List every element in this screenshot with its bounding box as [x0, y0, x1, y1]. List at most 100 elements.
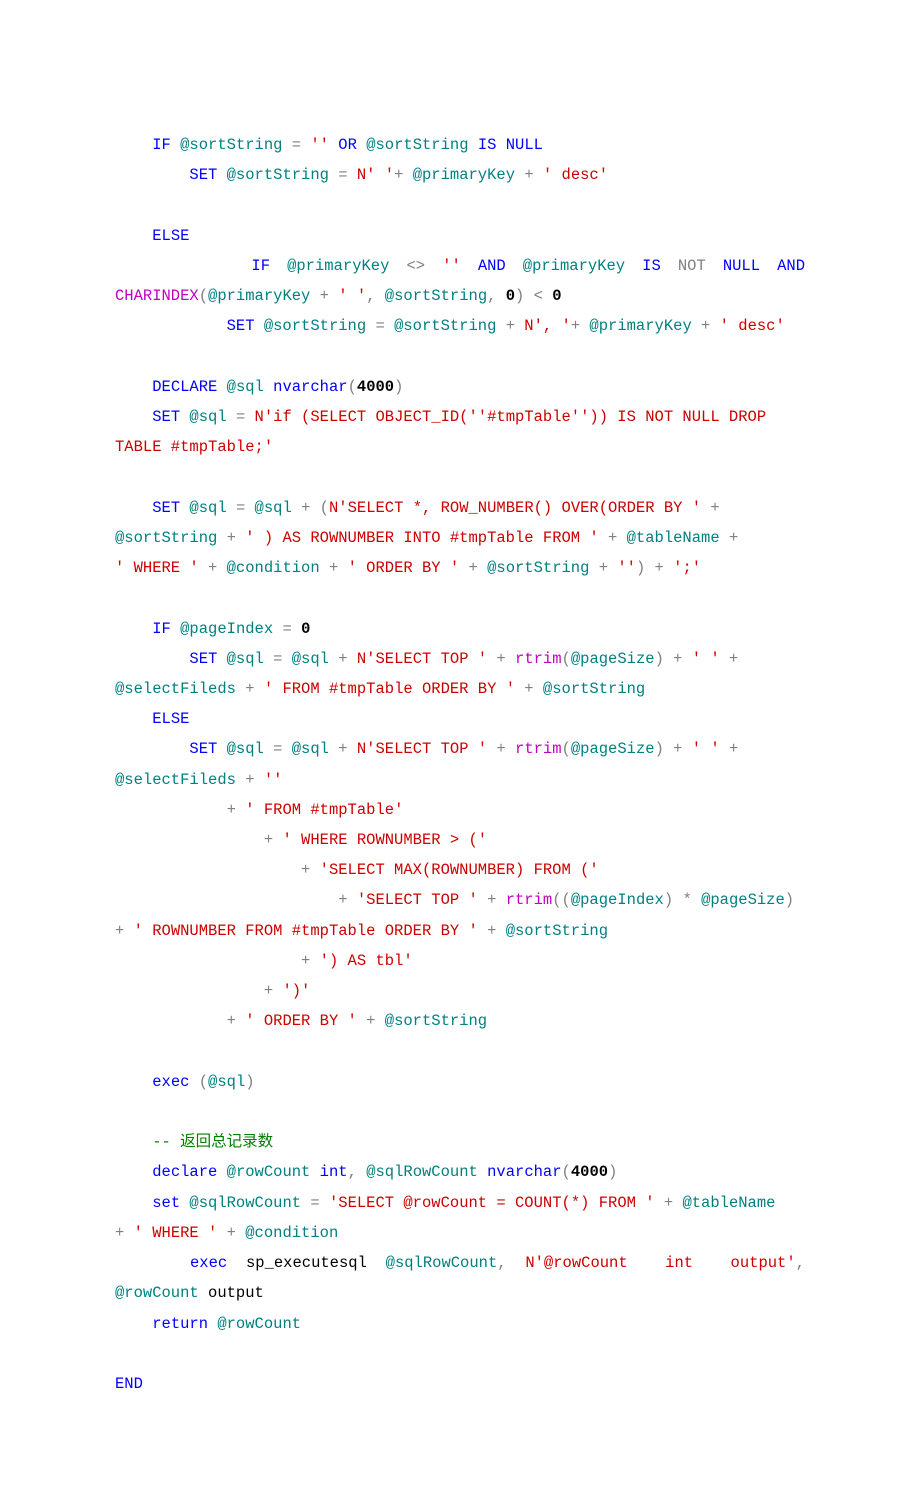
operator: + — [329, 559, 338, 577]
identifier: @tableName — [673, 1194, 775, 1212]
keyword: return — [115, 1315, 208, 1333]
identifier: @sql — [208, 1073, 245, 1091]
keyword: exec — [115, 1073, 189, 1091]
identifier: @sql — [282, 650, 338, 668]
paren: ( — [562, 740, 571, 758]
string: ' ' — [682, 740, 719, 758]
paren: ( — [310, 499, 329, 517]
blank-line — [115, 462, 805, 492]
paren: ) — [785, 891, 794, 909]
type: nvarchar — [273, 378, 347, 396]
operator: + — [115, 831, 273, 849]
code-line: IF @pageIndex = 0 — [115, 614, 805, 644]
keyword: NOT — [678, 257, 706, 275]
blank-line — [115, 1097, 805, 1127]
code-line: declare @rowCount int, @sqlRowCount nvar… — [115, 1157, 805, 1187]
identifier: @pageSize — [571, 650, 655, 668]
paren: ) — [608, 1163, 617, 1181]
code-line: + ' FROM #tmpTable' — [115, 795, 805, 825]
identifier: @primaryKey — [208, 287, 320, 305]
operator: + — [245, 771, 254, 789]
keyword: declare — [115, 1163, 217, 1181]
keyword: OR — [338, 136, 357, 154]
code-line: @rowCount output — [115, 1278, 805, 1308]
code-line: SET @sql = @sql + N'SELECT TOP ' + rtrim… — [115, 644, 805, 674]
keyword: IF — [115, 257, 270, 275]
code-line: SET @sortString = @sortString + N', '+ @… — [115, 311, 805, 341]
string: N'SELECT *, ROW_NUMBER() OVER(ORDER BY ' — [329, 499, 701, 517]
identifier: @sql — [217, 650, 273, 668]
operator: + — [227, 529, 236, 547]
identifier: @primaryKey — [580, 317, 701, 335]
code-line: @selectFileds + '' — [115, 765, 805, 795]
number: 0 — [292, 620, 311, 638]
keyword: IS NULL — [478, 136, 543, 154]
operator: + — [301, 499, 310, 517]
keyword: ELSE — [115, 227, 189, 245]
paren: ) — [245, 1073, 254, 1091]
operator: + — [701, 499, 720, 517]
identifier: @pageSize — [692, 891, 785, 909]
paren: ( — [562, 650, 571, 668]
code-line: + 'SELECT MAX(ROWNUMBER) FROM (' — [115, 855, 805, 885]
string: ';' — [664, 559, 701, 577]
string: N' ' — [348, 166, 395, 184]
string: ' desc' — [534, 166, 608, 184]
operator: + — [338, 740, 347, 758]
string: 'SELECT TOP ' — [348, 891, 478, 909]
code-line: return @rowCount — [115, 1309, 805, 1339]
comma: , — [796, 1254, 805, 1272]
code-line: + ' ROWNUMBER FROM #tmpTable ORDER BY ' … — [115, 916, 805, 946]
identifier: @sortString — [385, 317, 506, 335]
string: 'SELECT MAX(ROWNUMBER) FROM (' — [310, 861, 598, 879]
code-line: SET @sql = N'if (SELECT OBJECT_ID(''#tmp… — [115, 402, 805, 432]
operator: + — [655, 1194, 674, 1212]
operator: + — [487, 740, 506, 758]
paren: ) — [636, 559, 645, 577]
comma: , — [366, 287, 375, 305]
keyword: SET — [115, 740, 217, 758]
code-line: exec (@sql) — [115, 1067, 805, 1097]
identifier: @sql — [180, 499, 236, 517]
identifier: @sortString — [478, 559, 599, 577]
string: ' ORDER BY ' — [338, 559, 459, 577]
operator: = — [292, 136, 301, 154]
number: 4000 — [571, 1163, 608, 1181]
blank-line — [115, 342, 805, 372]
code-line: + ' ORDER BY ' + @sortString — [115, 1006, 805, 1036]
identifier: @sortString — [376, 287, 488, 305]
operator: + — [115, 891, 348, 909]
code-line: ' WHERE ' + @condition + ' ORDER BY ' + … — [115, 553, 805, 583]
comma: , — [497, 1254, 506, 1272]
operator: + — [115, 982, 273, 1000]
identifier: @sortString — [255, 317, 376, 335]
string: ' ORDER BY ' — [236, 1012, 357, 1030]
code-line: @sortString + ' ) AS ROWNUMBER INTO #tmp… — [115, 523, 805, 553]
identifier: @condition — [236, 1224, 338, 1242]
paren: ( — [189, 1073, 208, 1091]
code-line: TABLE #tmpTable;' — [115, 432, 805, 462]
paren: ) — [664, 891, 673, 909]
identifier: @primaryKey — [287, 257, 389, 275]
identifier: @pageIndex — [171, 620, 283, 638]
blank-line — [115, 1339, 805, 1369]
string: ' WHERE ' — [115, 559, 199, 577]
keyword: SET — [115, 650, 217, 668]
identifier: @sortString — [217, 166, 338, 184]
code-line: + ' WHERE ' + @condition — [115, 1218, 805, 1248]
paren: ) — [655, 740, 664, 758]
comment: -- 返回总记录数 — [115, 1133, 273, 1151]
code-line: ELSE — [115, 221, 805, 251]
operator: = — [282, 620, 291, 638]
operator: + — [506, 317, 515, 335]
identifier: @sqlRowCount — [386, 1254, 498, 1272]
code-line: set @sqlRowCount = 'SELECT @rowCount = C… — [115, 1188, 805, 1218]
paren: ( — [348, 378, 357, 396]
identifier: @sql — [217, 740, 273, 758]
paren: ) — [515, 287, 524, 305]
blank-line — [115, 583, 805, 613]
keyword: exec — [115, 1254, 227, 1272]
code-line: + 'SELECT TOP ' + rtrim((@pageIndex) * @… — [115, 885, 805, 915]
operator: + — [115, 952, 310, 970]
function: CHARINDEX — [115, 287, 199, 305]
